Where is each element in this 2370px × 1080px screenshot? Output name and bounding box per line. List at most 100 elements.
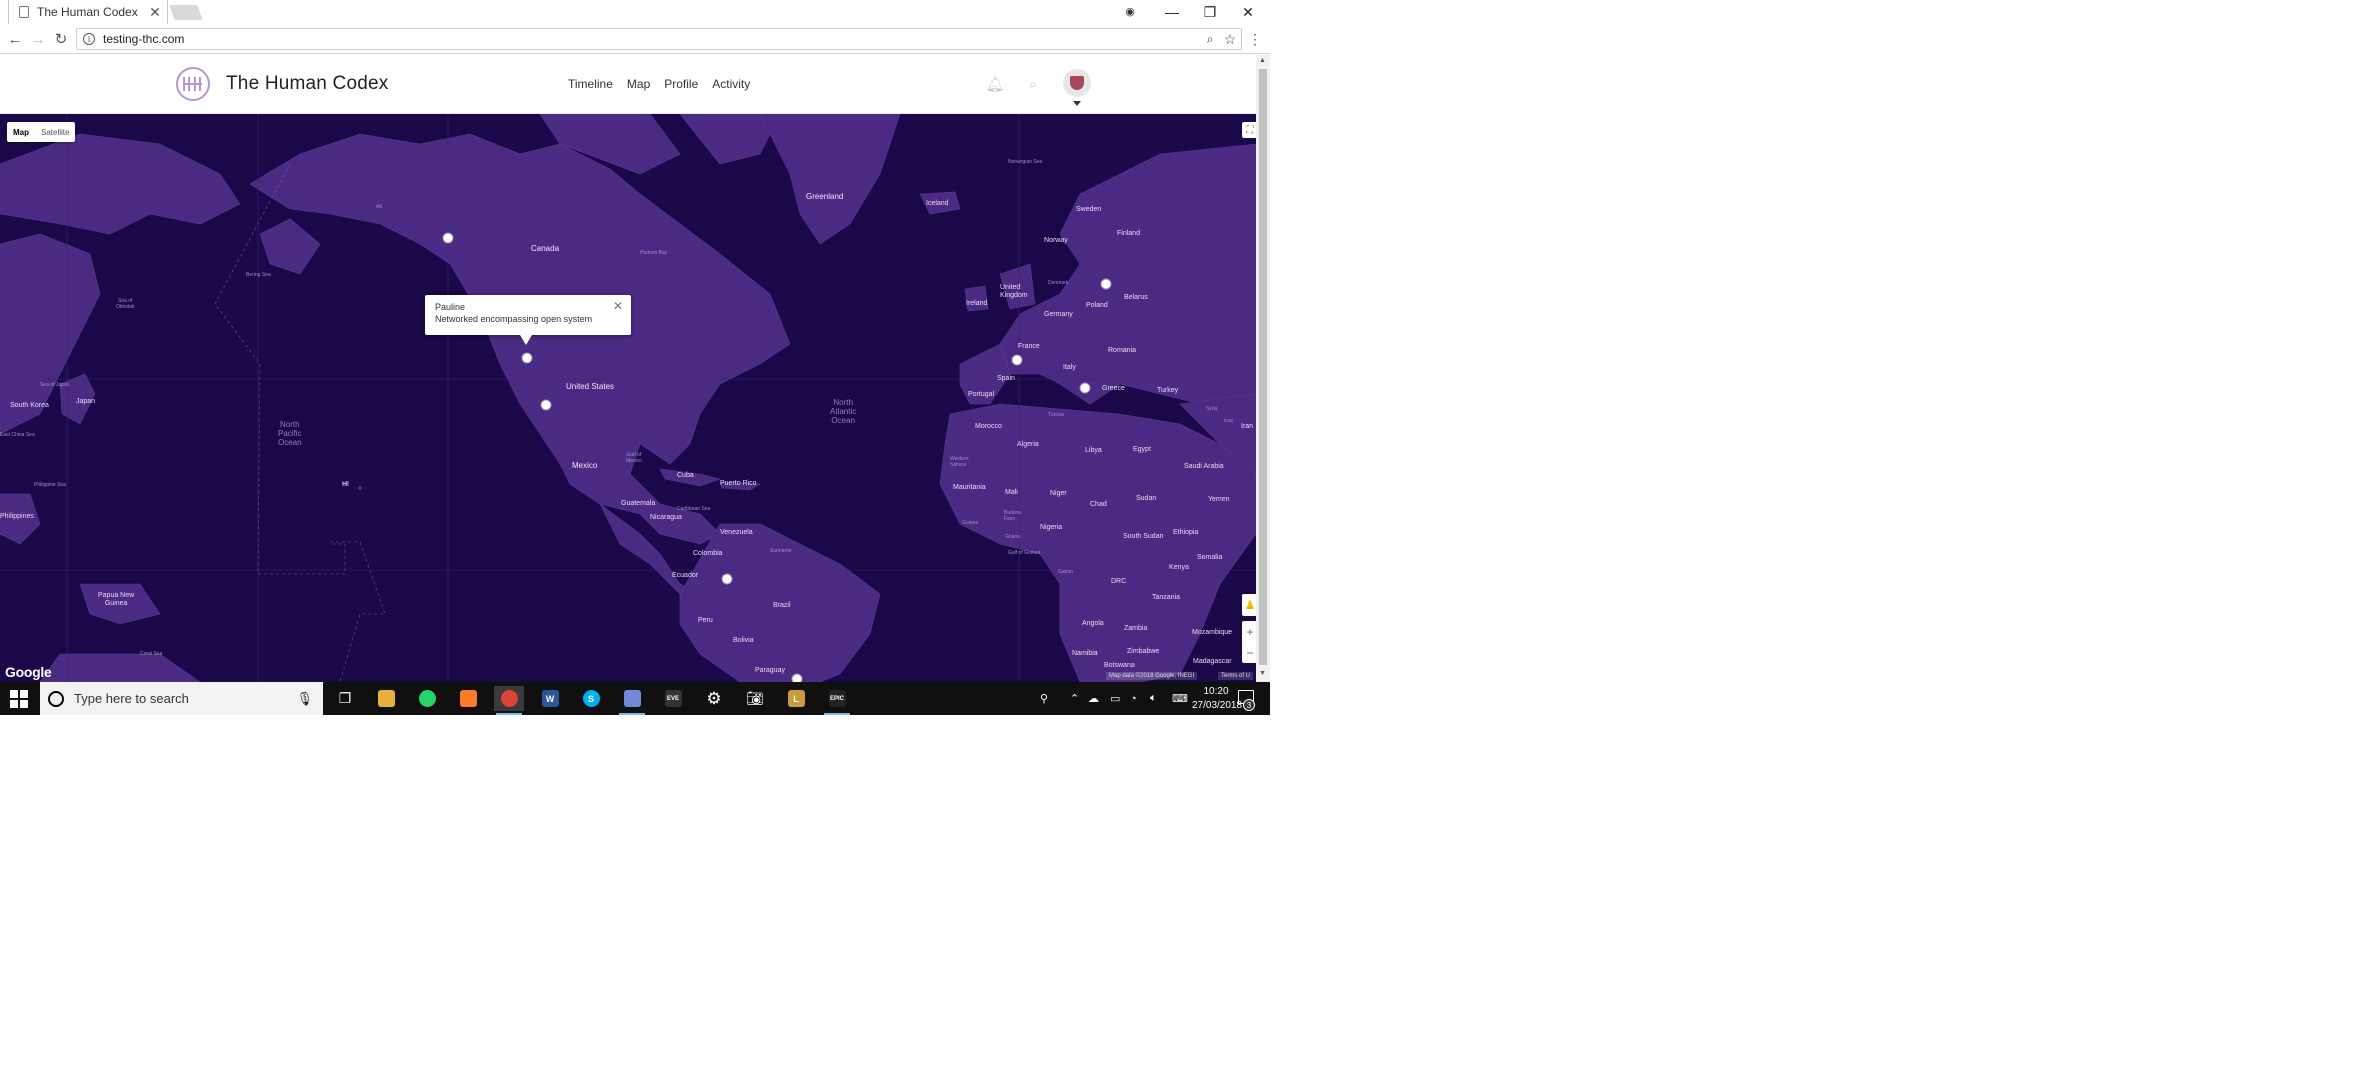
label-namibia: Namibia [1072,650,1098,657]
onedrive-cloud-icon[interactable]: ☁ [1088,682,1099,715]
nav-map[interactable]: Map [627,77,650,91]
back-icon[interactable]: ← [4,28,26,50]
scrollbar-thumb[interactable] [1259,69,1267,665]
wifi-icon[interactable]: ◔ [1130,682,1137,715]
whatsapp-icon[interactable] [412,686,442,711]
nav-timeline[interactable]: Timeline [568,77,613,91]
fullscreen-icon[interactable]: ⛶ [1242,122,1256,138]
label-saudi-arabia: Saudi Arabia [1184,463,1224,470]
nav-profile[interactable]: Profile [664,77,698,91]
label-egypt: Egypt [1133,446,1151,453]
site-title[interactable]: The Human Codex [226,73,388,95]
map-marker[interactable] [442,232,454,244]
label-puerto-rico: Puerto Rico [720,480,757,487]
map-marker[interactable] [721,573,733,585]
reload-icon[interactable]: ↻ [50,28,72,50]
browser-menu-icon[interactable]: ⋮ [1248,28,1262,50]
windows-start-icon[interactable] [10,690,28,708]
epic-games-icon[interactable]: EPIC [822,686,852,715]
map-marker[interactable] [1100,278,1112,290]
label-north-pacific: North Pacific Ocean [278,420,302,447]
label-mauritania: Mauritania [953,484,986,491]
site-logo[interactable] [176,67,210,101]
discord-icon[interactable] [617,686,647,715]
map-type-satellite-button[interactable]: Satellite [35,122,75,142]
nav-activity[interactable]: Activity [712,77,750,91]
label-belarus: Belarus [1124,294,1148,301]
label-yemen: Yemen [1208,496,1230,503]
page-scrollbar[interactable]: ▲ ▼ [1256,55,1270,682]
zoom-in-icon[interactable]: + [1246,625,1253,639]
taskbar-clock[interactable]: 10:20 27/03/2018 [1192,685,1242,713]
tab-title: The Human Codex [37,5,138,19]
close-window-icon[interactable]: ✕ [1229,0,1267,24]
browser-titlebar: The Human Codex ✕ ◉ — ❐ ✕ [0,0,1270,24]
word-icon[interactable]: W [535,686,565,711]
microphone-icon[interactable]: 🎙︎ [296,691,313,707]
label-madagascar: Madagascar [1193,658,1232,665]
map-attribution[interactable]: Map data ©2018 Google, INEGI [1106,672,1198,680]
map-marker[interactable] [791,673,803,682]
street-view-pegman-icon[interactable]: ♟ [1242,594,1256,616]
minimize-icon[interactable]: — [1153,0,1191,24]
browser-tab[interactable]: The Human Codex ✕ [8,0,168,24]
show-hidden-icons-chevron-icon[interactable]: ⌃ [1070,682,1079,715]
battery-icon[interactable]: ▭ [1110,682,1120,715]
skype-icon[interactable]: S [576,686,606,711]
label-cuba: Cuba [677,472,694,479]
url-text[interactable]: testing-thc.com [103,32,1201,46]
people-icon[interactable]: ⚲ [1040,682,1048,715]
search-icon[interactable]: ⌕ [1024,75,1042,93]
close-icon[interactable]: ✕ [613,299,623,313]
volume-muted-icon[interactable]: 🔈︎ [1150,682,1157,715]
label-sweden: Sweden [1076,206,1102,213]
label-ethiopia: Ethiopia [1173,529,1199,536]
scroll-up-icon[interactable]: ▲ [1259,57,1266,64]
avatar[interactable] [1063,69,1091,97]
map-marker[interactable] [1079,382,1091,394]
xampp-icon[interactable] [453,686,483,711]
chrome-icon[interactable] [494,686,524,715]
info-icon[interactable]: i [83,33,95,45]
restore-icon[interactable]: ❐ [1191,0,1229,24]
close-tab-icon[interactable]: ✕ [147,4,163,21]
map-marker[interactable] [540,399,552,411]
map-canvas[interactable]: Greenland Iceland Canada Hudson Bay Norw… [0,114,1256,682]
label-ireland: Ireland [966,300,988,307]
camera-icon[interactable]: 📷︎ [740,686,770,711]
address-bar[interactable]: i testing-thc.com ⌕ ☆ [76,28,1242,50]
map-landmass [0,114,1256,682]
map-terms-link[interactable]: Terms of U [1218,672,1254,680]
label-kenya: Kenya [1169,564,1189,571]
label-guinea: Guinea [962,520,979,526]
label-united-states: United States [566,382,615,391]
zoom-out-icon[interactable]: − [1246,646,1253,660]
bell-icon[interactable]: 🔔︎ [985,75,1004,93]
file-explorer-icon[interactable] [371,686,401,711]
map-type-control: Map Satellite [7,122,76,142]
label-united-kingdom: United Kingdom [1000,284,1028,299]
map-marker-selected[interactable] [521,352,533,364]
zoom-icon[interactable]: ⌕ [1201,32,1219,47]
label-drc: DRC [1111,578,1127,585]
task-view-icon[interactable]: ❐ [330,686,360,711]
scroll-down-icon[interactable]: ▼ [1259,670,1266,677]
label-somalia: Somalia [1197,554,1223,561]
page-icon [19,6,29,18]
bookmark-star-icon[interactable]: ☆ [1219,31,1241,48]
map-marker[interactable] [1011,354,1023,366]
label-hudson-bay: Hudson Bay [640,250,668,256]
label-botswana: Botswana [1104,662,1135,669]
chevron-down-icon[interactable] [1073,101,1081,106]
settings-gear-icon[interactable]: ⚙ [699,686,729,711]
league-of-legends-icon[interactable]: L [781,686,811,711]
new-tab-button[interactable] [169,5,203,20]
keyboard-icon[interactable]: ⌨ [1172,682,1188,715]
eve-online-icon[interactable]: EVE [658,686,688,711]
map-type-map-button[interactable]: Map [7,122,35,142]
google-logo[interactable]: Google [5,664,52,680]
taskbar-search[interactable]: Type here to search 🎙︎ [40,682,323,715]
profile-icon[interactable]: ◉ [1122,4,1138,18]
forward-icon[interactable]: → [27,28,49,50]
label-japan: Japan [76,398,96,405]
